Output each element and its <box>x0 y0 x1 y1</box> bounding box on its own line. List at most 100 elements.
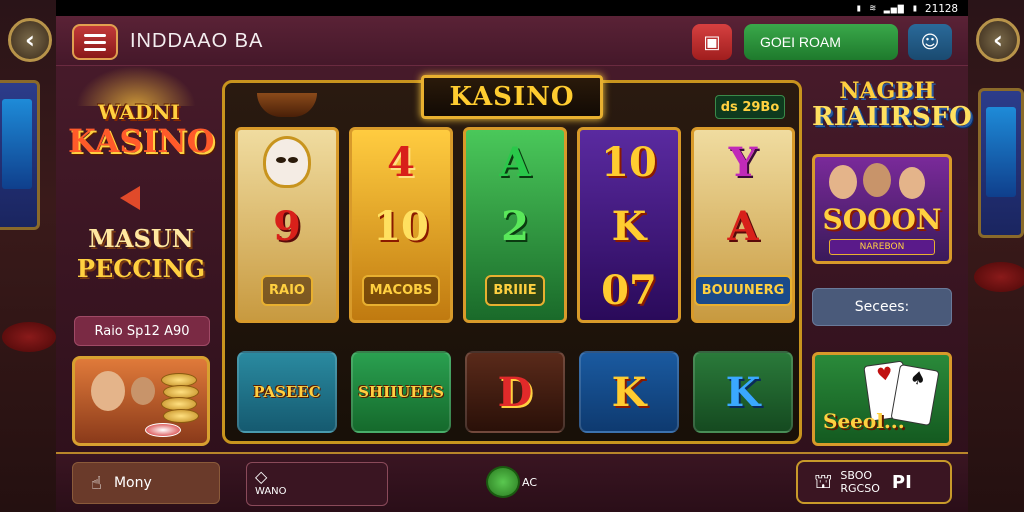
promo-card-subtitle: NAREBON <box>829 239 935 255</box>
promo-card[interactable] <box>72 356 210 446</box>
shop-line2: RGCSO <box>840 482 880 495</box>
chip-icon <box>486 466 520 498</box>
gift-button[interactable]: ▣ <box>692 24 732 60</box>
arrow-left-icon[interactable] <box>120 186 140 210</box>
reel-symbol: BOUUNERG <box>694 258 792 320</box>
money-button[interactable]: ☝ Mony <box>72 462 220 504</box>
reel-symbol: BRIIIE <box>466 258 564 320</box>
game-tile[interactable]: D <box>465 351 565 433</box>
character-face <box>91 371 125 411</box>
reel-symbol: K <box>611 202 647 250</box>
hamburger-menu-button[interactable] <box>72 24 118 60</box>
shop-icon: ⛫ <box>814 468 833 493</box>
bg-stool <box>974 262 1024 292</box>
chip-icon <box>145 423 181 437</box>
reel-symbol: A <box>499 138 531 186</box>
reel-symbol: 4 <box>387 138 415 186</box>
hand-icon: ☝ <box>91 472 102 494</box>
reel-symbol: 10 <box>601 138 657 186</box>
right-logo-line1: NAGBH <box>839 78 935 104</box>
status-bar: ▮ ≋ ▂▄▆ ▮ 21128 <box>56 0 968 16</box>
menu-line <box>84 33 106 37</box>
mask-symbol <box>238 130 336 194</box>
character-face <box>131 377 155 405</box>
reel-symbol: Y <box>728 138 758 186</box>
game-tile[interactable]: SHIIUEES <box>351 351 451 433</box>
game-tile[interactable]: K <box>579 351 679 433</box>
coin-icon <box>163 409 199 423</box>
diamond-button[interactable]: ◇ WANO <box>246 462 388 506</box>
bet-display: ds 29Bo <box>715 95 785 119</box>
secondary-logo-line2: PECCING <box>76 254 206 283</box>
mask-icon <box>263 136 311 188</box>
reel-symbol-label: RAIO <box>261 274 313 306</box>
reel-symbol: RAIO <box>238 258 336 320</box>
diamond-icon: ◇ <box>255 467 268 486</box>
reel-1[interactable]: 9 RAIO <box>235 127 339 323</box>
reel-symbol: A <box>727 202 759 250</box>
reel-symbol: 9 <box>273 202 301 250</box>
promo-bar[interactable]: Raio Sp12 A90 <box>74 316 210 346</box>
character-face <box>829 165 857 199</box>
shop-suffix: PI <box>891 471 912 493</box>
reel-symbol: 07 <box>601 266 657 314</box>
menu-line <box>84 40 106 44</box>
reel-4[interactable]: 10 K 07 <box>577 127 681 323</box>
logo-line2: KASINO <box>68 122 215 160</box>
right-panel: NAGBH RIAIIRSFO SOOON NAREBON Secees: ♥ … <box>808 66 972 450</box>
game-tile-label: K <box>611 368 647 416</box>
background-left <box>0 0 60 512</box>
money-label: Mony <box>113 475 152 491</box>
reel-2[interactable]: 4 10 MACOBS <box>349 127 453 323</box>
secondary-logo: MASUN PECCING <box>76 224 206 284</box>
shop-button[interactable]: ⛫ SBOO RGCSO PI <box>796 460 952 504</box>
reel-symbol: MACOBS <box>352 258 450 320</box>
kasino-logo: WADNI KASINO <box>68 82 215 178</box>
shop-text: SBOO RGCSO <box>840 469 880 495</box>
fruit-bowl-icon <box>257 93 317 117</box>
shop-line1: SBOO <box>840 469 873 482</box>
game-tile-label: K <box>725 368 761 416</box>
chip-label: AC <box>522 475 538 489</box>
right-logo: NAGBH RIAIIRSFO <box>812 78 972 138</box>
green-action-button[interactable]: GOEI ROAM <box>744 24 898 60</box>
bottom-bar: ☝ Mony ◇ WANO AC ⛫ SBOO RGCSO PI <box>56 452 968 512</box>
status-icons: ▮ ≋ ▂▄▆ ▮ <box>855 2 919 14</box>
card-game-label: Seeol... <box>823 409 905 433</box>
promo-game-card[interactable]: SOOON NAREBON <box>812 154 952 264</box>
background-right <box>966 0 1024 512</box>
game-tile[interactable]: K <box>693 351 793 433</box>
reel-3[interactable]: A 2 BRIIIE <box>463 127 567 323</box>
left-panel: WADNI KASINO MASUN PECCING Raio Sp12 A90 <box>56 66 216 450</box>
secondary-logo-line1: MASUN <box>88 224 194 253</box>
game-tile-label: SHIIUEES <box>358 383 444 401</box>
app-title: INDDAAO BA <box>130 30 264 52</box>
bg-slot-machine-right <box>978 88 1024 238</box>
back-icon[interactable]: ‹ <box>8 18 52 62</box>
top-bar: INDDAAO BA ▣ GOEI ROAM ☺ <box>56 16 968 66</box>
reel-symbol-label: BRIIIE <box>485 274 545 306</box>
side-back-icon[interactable]: ‹ <box>976 18 1020 62</box>
bg-stool <box>2 322 56 352</box>
promo-card-title: SOOON <box>822 203 942 236</box>
diamond-label: WANO <box>255 486 287 497</box>
card-game-tile[interactable]: ♥ ♠ Seeol... <box>812 352 952 446</box>
menu-line <box>84 47 106 51</box>
profile-button[interactable]: ☺ <box>908 24 952 60</box>
gift-icon: ▣ <box>703 31 721 53</box>
logo-line1: WADNI <box>98 100 180 124</box>
reel-symbol-label: BOUUNERG <box>694 274 792 306</box>
sections-button[interactable]: Secees: <box>812 288 952 326</box>
game-tile[interactable]: PASEEC <box>237 351 337 433</box>
reel-symbol: 10 <box>373 202 429 250</box>
profile-icon: ☺ <box>920 31 940 53</box>
app-window: INDDAAO BA ▣ GOEI ROAM ☺ WADNI KASINO MA… <box>56 16 972 512</box>
character-face <box>863 163 891 197</box>
bg-slot-machine-left <box>0 80 40 230</box>
status-time: 21128 <box>924 1 958 15</box>
kasino-banner: KASINO <box>421 75 603 119</box>
chip-counter[interactable]: AC <box>486 466 537 498</box>
reel-5[interactable]: Y A BOUUNERG <box>691 127 795 323</box>
game-tile-label: PASEEC <box>253 383 321 401</box>
reel-symbol: 2 <box>501 202 529 250</box>
